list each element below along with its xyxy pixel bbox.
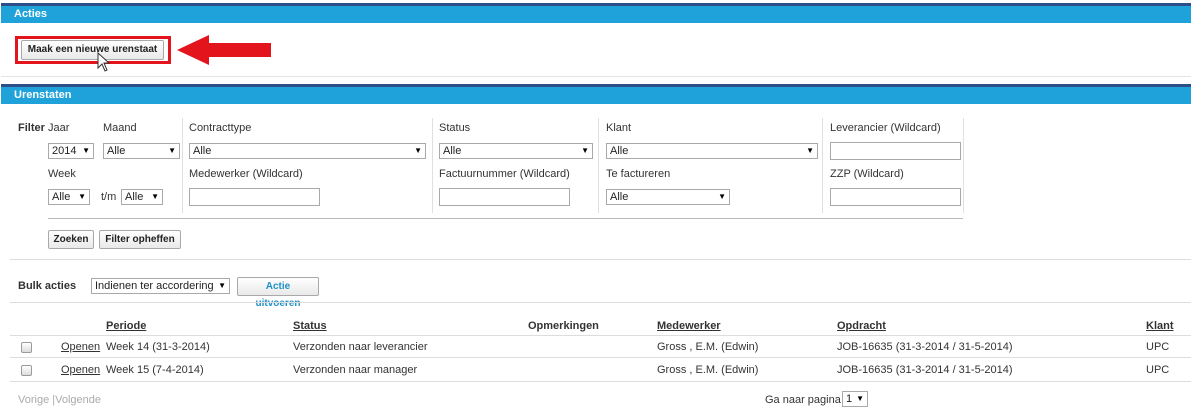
open-link[interactable]: Openen <box>61 341 100 353</box>
clear-filter-button[interactable]: Filter opheffen <box>99 230 181 249</box>
row-checkbox[interactable] <box>21 365 32 376</box>
week-to-select[interactable]: Alle ▼ <box>121 189 163 205</box>
chevron-down-icon: ▼ <box>151 192 159 201</box>
week-label: Week <box>48 168 76 180</box>
medewerker-cell: Gross , E.M. (Edwin) <box>657 341 759 353</box>
jaar-label: Jaar <box>48 122 70 134</box>
chevron-down-icon: ▼ <box>806 146 814 155</box>
medewerker-label: Medewerker (Wildcard) <box>189 168 303 180</box>
page-select[interactable]: 1 ▼ <box>842 391 868 407</box>
chevron-down-icon: ▼ <box>82 146 90 155</box>
contracttype-select[interactable]: Alle ▼ <box>189 143 426 159</box>
col-status-header[interactable]: Status <box>293 320 327 332</box>
urenstaten-header: Urenstaten <box>1 87 1191 104</box>
col-opmerkingen-header: Opmerkingen <box>528 320 599 332</box>
col-klant-header[interactable]: Klant <box>1146 320 1174 332</box>
jaar-select-value: 2014 <box>52 145 77 157</box>
table-header-line <box>10 335 1191 336</box>
status-select[interactable]: Alle ▼ <box>439 143 593 159</box>
klant-select-value: Alle <box>610 145 629 157</box>
maand-select-value: Alle <box>107 145 126 157</box>
status-select-value: Alle <box>443 145 462 157</box>
row-checkbox[interactable] <box>21 342 32 353</box>
section-divider <box>10 259 1191 260</box>
col-opdracht-header[interactable]: Opdracht <box>837 320 886 332</box>
opdracht-cell: JOB-16635 (31-3-2014 / 31-5-2014) <box>837 341 1013 353</box>
klant-select[interactable]: Alle ▼ <box>606 143 818 159</box>
mouse-cursor-icon <box>97 52 111 72</box>
new-urenstaat-button[interactable]: Maak een nieuwe urenstaat <box>21 40 164 60</box>
factuurnummer-input[interactable] <box>439 188 570 206</box>
zzp-label: ZZP (Wildcard) <box>830 168 904 180</box>
status-cell: Verzonden naar manager <box>293 364 418 376</box>
bulk-action-select[interactable]: Indienen ter accordering ▼ <box>91 278 230 294</box>
opdracht-cell: JOB-16635 (31-3-2014 / 31-5-2014) <box>837 364 1013 376</box>
periode-cell: Week 14 (31-3-2014) <box>106 341 210 353</box>
jaar-select[interactable]: 2014 ▼ <box>48 143 94 159</box>
filter-bottom-line <box>48 218 963 219</box>
filter-divider <box>432 118 433 213</box>
open-link[interactable]: Openen <box>61 364 100 376</box>
filter-divider <box>963 118 964 213</box>
goto-page-label: Ga naar pagina <box>765 394 841 406</box>
tm-label: t/m <box>101 191 117 203</box>
table-row-line <box>10 357 1191 358</box>
week-from-select[interactable]: Alle ▼ <box>48 189 90 205</box>
periode-cell: Week 15 (7-4-2014) <box>106 364 204 376</box>
status-label: Status <box>439 122 471 134</box>
filter-divider <box>822 118 823 213</box>
contracttype-select-value: Alle <box>193 145 212 157</box>
chevron-down-icon: ▼ <box>718 192 726 201</box>
filter-divider <box>598 118 599 213</box>
week-to-select-value: Alle <box>125 191 144 203</box>
week-from-select-value: Alle <box>52 191 71 203</box>
maand-select[interactable]: Alle ▼ <box>103 143 180 159</box>
table-row-line <box>10 381 1191 382</box>
bulk-acties-label: Bulk acties <box>18 280 77 292</box>
zzp-input[interactable] <box>830 188 961 206</box>
chevron-down-icon: ▼ <box>414 146 422 155</box>
prev-link[interactable]: Vorige <box>18 394 49 406</box>
te-factureren-select-value: Alle <box>610 191 629 203</box>
contracttype-label: Contracttype <box>189 122 252 134</box>
filter-divider <box>182 118 183 213</box>
section-divider <box>10 302 1191 303</box>
red-arrow-icon <box>177 35 271 65</box>
chevron-down-icon: ▼ <box>168 146 176 155</box>
klant-label: Klant <box>606 122 632 134</box>
next-link[interactable]: Volgende <box>55 394 101 406</box>
te-factureren-label: Te factureren <box>606 168 671 180</box>
filter-label: Filter <box>18 122 45 134</box>
leverancier-input[interactable] <box>830 142 961 160</box>
execute-action-button[interactable]: Actie uitvoeren <box>237 277 319 309</box>
page-select-value: 1 <box>846 393 853 405</box>
bulk-action-select-value: Indienen ter accordering <box>95 280 214 292</box>
klant-cell: UPC <box>1146 364 1170 376</box>
pager-nav: Vorige |Volgende <box>18 394 101 406</box>
col-periode-header[interactable]: Periode <box>106 320 146 332</box>
klant-cell: UPC <box>1146 341 1170 353</box>
factuurnummer-label: Factuurnummer (Wildcard) <box>439 168 570 180</box>
chevron-down-icon: ▼ <box>581 146 589 155</box>
maand-label: Maand <box>103 122 137 134</box>
medewerker-cell: Gross , E.M. (Edwin) <box>657 364 759 376</box>
te-factureren-select[interactable]: Alle ▼ <box>606 189 730 205</box>
leverancier-label: Leverancier (Wildcard) <box>830 122 941 134</box>
col-medewerker-header[interactable]: Medewerker <box>657 320 721 332</box>
search-button[interactable]: Zoeken <box>48 230 94 249</box>
acties-header: Acties <box>1 6 1191 23</box>
medewerker-input[interactable] <box>189 188 320 206</box>
chevron-down-icon: ▼ <box>218 281 226 290</box>
status-cell: Verzonden naar leverancier <box>293 341 428 353</box>
chevron-down-icon: ▼ <box>78 192 86 201</box>
chevron-down-icon: ▼ <box>856 394 864 403</box>
